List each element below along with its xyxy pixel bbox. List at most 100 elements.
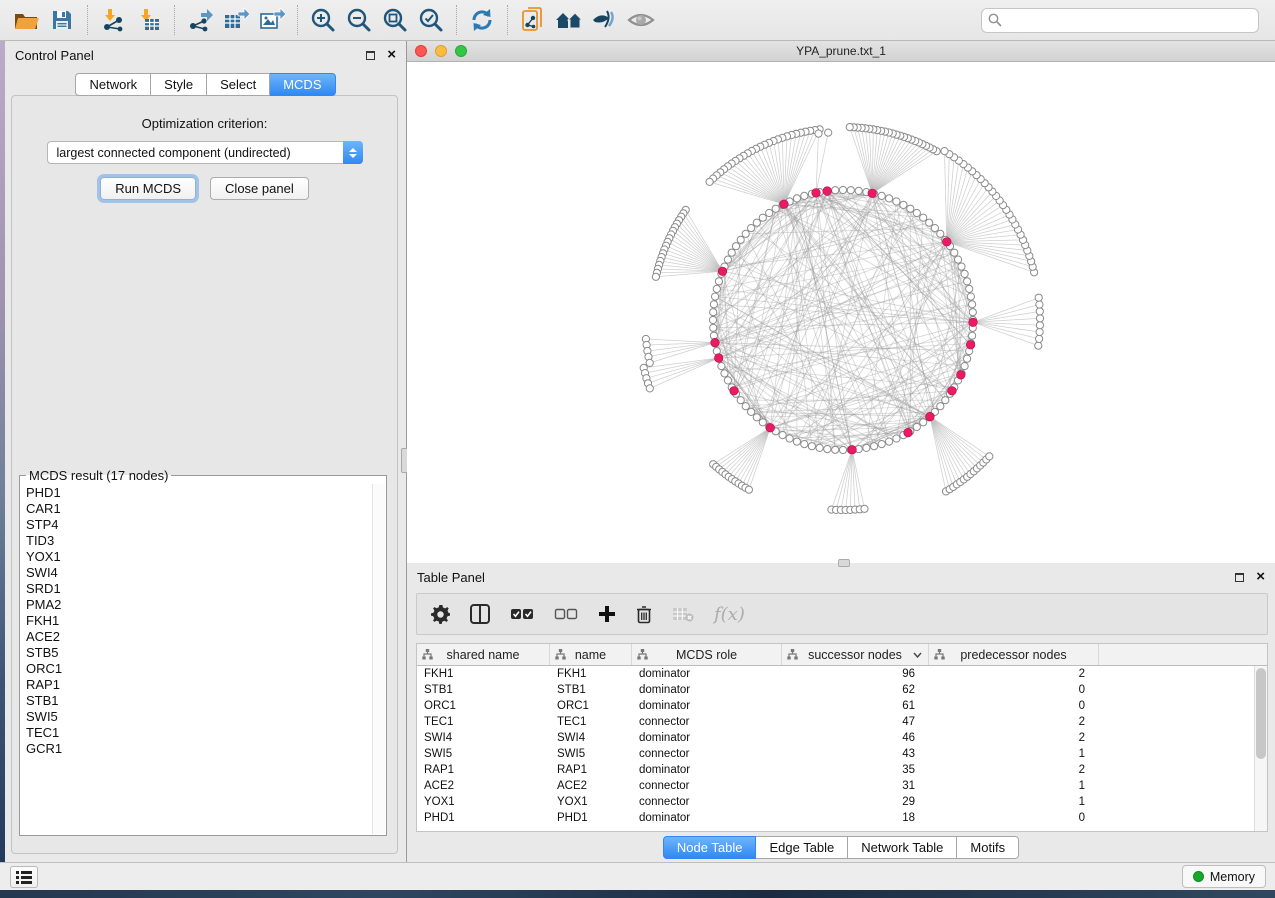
mcds-result-item[interactable]: SWI4 (26, 565, 370, 581)
network-node[interactable] (728, 249, 735, 256)
mcds-hub-node[interactable] (957, 371, 966, 380)
show-column-button[interactable] (470, 604, 490, 624)
tab-style[interactable]: Style (151, 73, 207, 96)
table-row[interactable]: TEC1TEC1connector472 (417, 714, 1267, 730)
network-node[interactable] (824, 446, 831, 453)
mcds-hub-node[interactable] (966, 341, 975, 350)
cell-MCDS-role[interactable]: connector (632, 714, 782, 730)
cell-name[interactable]: ORC1 (550, 698, 632, 714)
network-node[interactable] (1036, 301, 1043, 308)
mcds-result-item[interactable]: SWI5 (26, 709, 370, 725)
network-node[interactable] (1036, 315, 1043, 322)
network-node[interactable] (846, 124, 853, 131)
export-image-button[interactable] (254, 3, 290, 37)
zoom-out-button[interactable] (341, 3, 377, 37)
cell-predecessor-nodes[interactable]: 1 (929, 746, 1099, 762)
network-node[interactable] (955, 256, 962, 263)
cell-shared-name[interactable]: STB1 (417, 682, 550, 698)
network-node[interactable] (832, 187, 839, 194)
network-node[interactable] (920, 419, 927, 426)
column-header-predecessor-nodes[interactable]: predecessor nodes (929, 644, 1099, 665)
network-node[interactable] (878, 192, 885, 199)
show-visibility-button[interactable] (623, 3, 659, 37)
network-node[interactable] (861, 505, 868, 512)
mcds-result-item[interactable]: STB1 (26, 693, 370, 709)
network-node[interactable] (847, 187, 854, 194)
network-node[interactable] (1036, 322, 1043, 329)
cell-predecessor-nodes[interactable]: 1 (929, 778, 1099, 794)
open-session-button[interactable] (8, 3, 44, 37)
network-window-titlebar[interactable]: YPA_prune.txt_1 (407, 41, 1275, 62)
column-header-name[interactable]: name (550, 644, 632, 665)
network-node[interactable] (961, 270, 968, 277)
network-node[interactable] (863, 444, 870, 451)
cell-successor-nodes[interactable]: 43 (782, 746, 929, 762)
select-all-rows-button[interactable] (510, 607, 534, 621)
deselect-all-rows-button[interactable] (554, 607, 578, 621)
add-row-button[interactable] (598, 605, 616, 623)
cell-name[interactable]: STB1 (550, 682, 632, 698)
network-node[interactable] (969, 332, 976, 339)
cell-predecessor-nodes[interactable]: 2 (929, 730, 1099, 746)
network-node[interactable] (801, 192, 808, 199)
network-node[interactable] (732, 243, 739, 250)
cell-name[interactable]: TEC1 (550, 714, 632, 730)
network-node[interactable] (907, 205, 914, 212)
network-node[interactable] (753, 219, 760, 226)
cell-predecessor-nodes[interactable]: 2 (929, 666, 1099, 682)
delete-row-button[interactable] (636, 605, 652, 624)
table-row[interactable]: FKH1FKH1dominator962 (417, 666, 1267, 682)
import-network-button[interactable] (95, 3, 131, 37)
cell-successor-nodes[interactable]: 29 (782, 794, 929, 810)
network-node[interactable] (753, 414, 760, 421)
mcds-list-scrollbar[interactable] (372, 484, 385, 834)
table-splitter-handle[interactable] (838, 559, 850, 567)
cell-MCDS-role[interactable]: dominator (632, 682, 782, 698)
mcds-result-item[interactable]: PMA2 (26, 597, 370, 613)
network-node[interactable] (786, 435, 793, 442)
run-mcds-button[interactable]: Run MCDS (100, 177, 196, 200)
cell-predecessor-nodes[interactable]: 2 (929, 762, 1099, 778)
zoom-in-button[interactable] (305, 3, 341, 37)
cell-MCDS-role[interactable]: dominator (632, 730, 782, 746)
mcds-result-item[interactable]: RAP1 (26, 677, 370, 693)
network-node[interactable] (832, 446, 839, 453)
cell-MCDS-role[interactable]: dominator (632, 666, 782, 682)
table-row[interactable]: STB1STB1dominator620 (417, 682, 1267, 698)
table-scrollbar-thumb[interactable] (1256, 668, 1266, 759)
mcds-hub-node[interactable] (714, 354, 723, 363)
network-node[interactable] (748, 408, 755, 415)
close-panel-icon[interactable]: × (387, 49, 396, 61)
network-node[interactable] (967, 293, 974, 300)
network-node[interactable] (958, 263, 965, 270)
network-node[interactable] (724, 256, 731, 263)
network-node[interactable] (759, 419, 766, 426)
cell-name[interactable]: FKH1 (550, 666, 632, 682)
network-node[interactable] (646, 385, 653, 392)
network-node[interactable] (724, 377, 731, 384)
network-node[interactable] (652, 273, 659, 280)
cell-MCDS-role[interactable]: connector (632, 778, 782, 794)
network-node[interactable] (706, 178, 713, 185)
cell-name[interactable]: ACE2 (550, 778, 632, 794)
network-node[interactable] (710, 301, 717, 308)
network-node[interactable] (1035, 342, 1042, 349)
table-row[interactable]: SWI5SWI5connector431 (417, 746, 1267, 762)
network-node[interactable] (815, 130, 822, 137)
cell-shared-name[interactable]: YOX1 (417, 794, 550, 810)
function-builder-button[interactable]: f(x) (714, 604, 745, 625)
column-header-MCDS-role[interactable]: MCDS role (632, 644, 782, 665)
hide-visibility-button[interactable] (587, 3, 623, 37)
mcds-hub-node[interactable] (812, 189, 821, 198)
table-row[interactable]: SWI4SWI4dominator462 (417, 730, 1267, 746)
network-node[interactable] (748, 225, 755, 232)
network-node[interactable] (920, 214, 927, 221)
cell-successor-nodes[interactable]: 47 (782, 714, 929, 730)
delete-table-button[interactable] (672, 606, 694, 622)
save-session-button[interactable] (44, 3, 80, 37)
network-node[interactable] (793, 438, 800, 445)
cell-MCDS-role[interactable]: connector (632, 746, 782, 762)
first-neighbors-button[interactable] (551, 3, 587, 37)
cell-MCDS-role[interactable]: dominator (632, 762, 782, 778)
table-row[interactable]: RAP1RAP1dominator352 (417, 762, 1267, 778)
